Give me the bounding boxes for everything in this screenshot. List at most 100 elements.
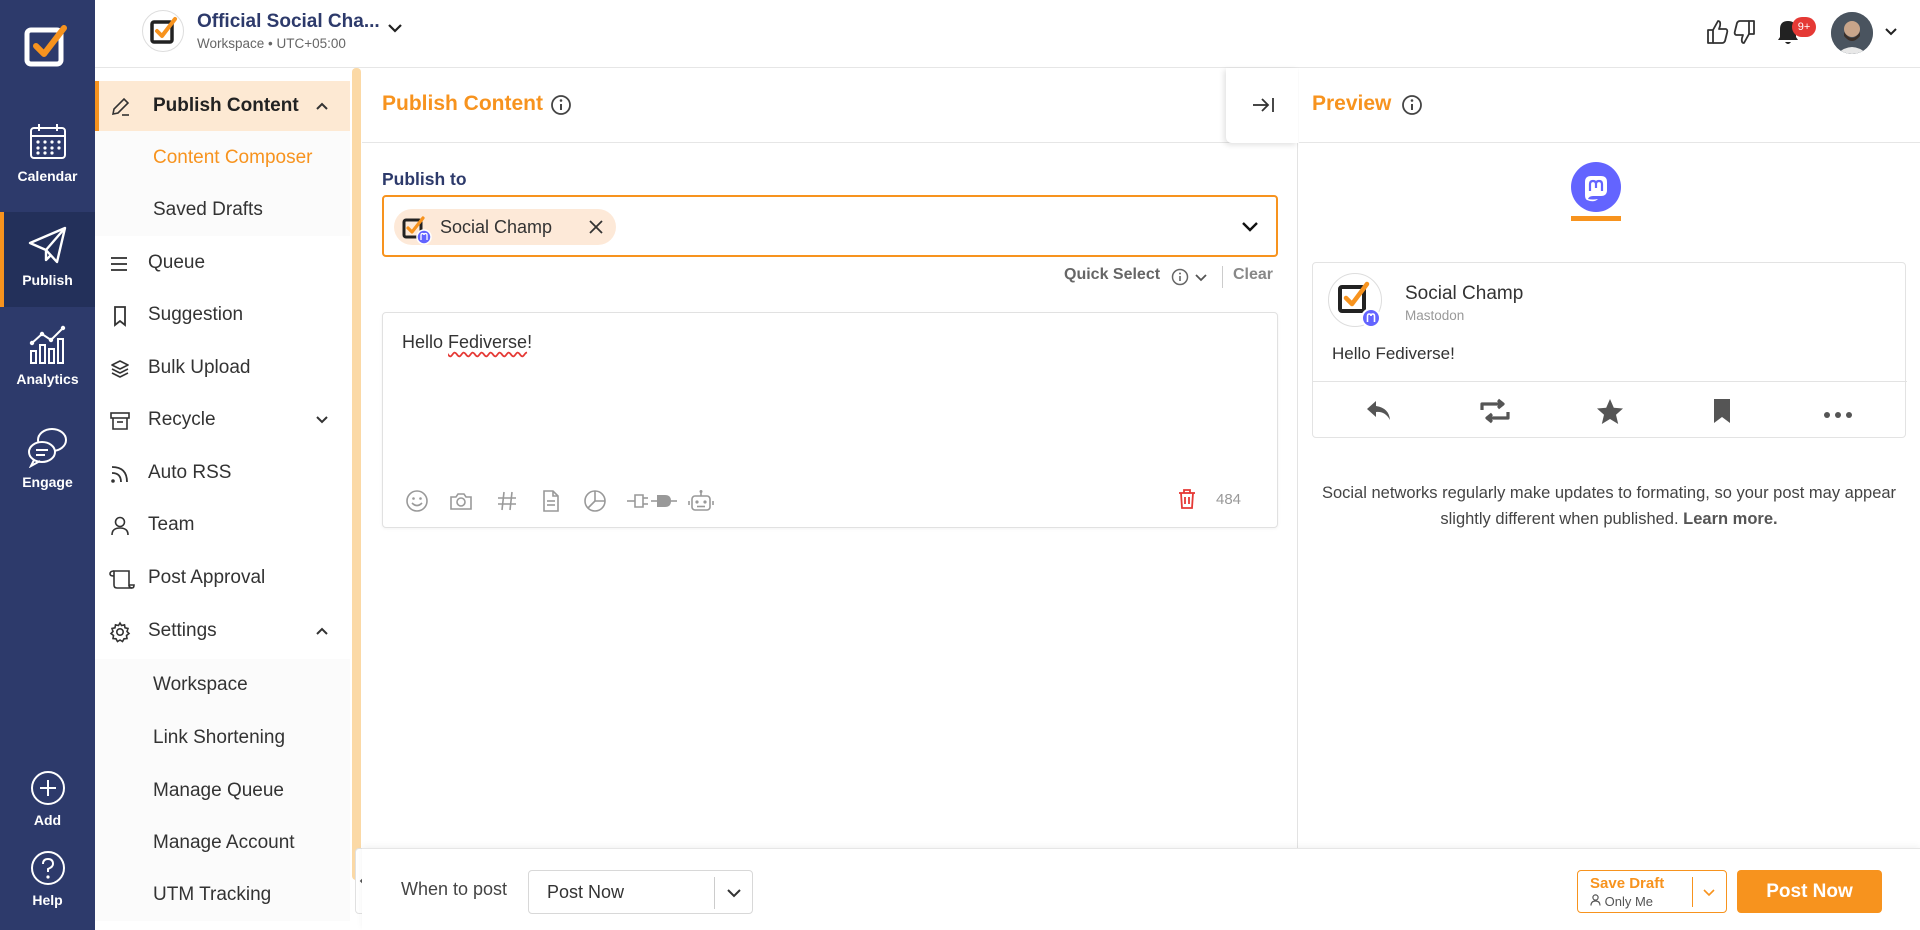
robot-icon[interactable] <box>687 489 715 518</box>
rail-item-label: Publish <box>22 272 73 288</box>
boost-icon <box>1478 398 1512 429</box>
sidebar-item-workspace[interactable]: Workspace <box>95 659 350 711</box>
sidebar-item-manage-account[interactable]: Manage Account <box>95 817 350 869</box>
calendar-icon <box>29 124 66 159</box>
sidebar-item-saved-drafts[interactable]: Saved Drafts <box>95 184 350 236</box>
sidebar-item-publish-content[interactable]: Publish Content <box>95 81 350 131</box>
chevron-down-icon <box>316 416 328 424</box>
rail-item-publish[interactable]: Publish <box>0 212 95 307</box>
sidebar-item-label: Suggestion <box>148 304 244 325</box>
save-draft-label: Save Draft <box>1590 875 1665 892</box>
rail-item-label: Add <box>33 812 62 828</box>
learn-more-link[interactable]: Learn more. <box>1683 510 1777 528</box>
archive-icon <box>110 412 130 430</box>
feedback-thumbs-icon[interactable] <box>1705 18 1757 51</box>
sidebar-item-label: Content Composer <box>153 146 313 168</box>
sidebar-item-label: Team <box>148 514 195 535</box>
app-logo-icon[interactable] <box>24 24 70 70</box>
sidebar-item-team[interactable]: Team <box>95 500 350 550</box>
info-icon[interactable] <box>1171 268 1189 291</box>
pie-chart-icon[interactable] <box>583 489 607 518</box>
info-icon[interactable] <box>1401 94 1423 121</box>
rail-item-engage[interactable]: Engage <box>0 426 95 490</box>
sidebar-item-utm-tracking[interactable]: UTM Tracking <box>95 869 350 921</box>
sidebar-item-link-shortening[interactable]: Link Shortening <box>95 711 350 764</box>
analytics-icon <box>29 325 65 364</box>
chevron-down-icon[interactable] <box>385 18 405 43</box>
rss-icon <box>111 466 128 483</box>
hashtag-icon[interactable] <box>495 489 519 518</box>
sidebar-item-label: Link Shortening <box>153 726 286 748</box>
document-icon[interactable] <box>539 489 563 518</box>
mastodon-tab-icon[interactable] <box>1571 162 1621 212</box>
rail-item-label: Engage <box>22 474 73 490</box>
sidebar-item-label: Recycle <box>148 409 216 430</box>
divider <box>714 877 715 909</box>
trash-icon[interactable] <box>1177 488 1197 515</box>
preview-title: Preview <box>1312 92 1392 115</box>
rail-item-calendar[interactable]: Calendar <box>0 122 95 184</box>
preview-actions <box>1313 381 1907 439</box>
reply-icon <box>1365 398 1393 429</box>
preview-header: Preview <box>1299 68 1920 143</box>
post-now-button[interactable]: Post Now <box>1737 870 1882 913</box>
sidebar-item-manage-queue[interactable]: Manage Queue <box>95 764 350 817</box>
sidebar-item-label: Manage Account <box>153 832 295 853</box>
user-avatar[interactable] <box>1831 12 1873 54</box>
save-draft-visibility-label: Only Me <box>1604 894 1654 909</box>
close-icon[interactable] <box>588 219 604 240</box>
bookmark-icon <box>1712 398 1732 429</box>
sidebar-item-recycle[interactable]: Recycle <box>95 395 350 445</box>
chat-bubbles-icon <box>27 428 67 468</box>
sidebar-item-label: Queue <box>148 252 206 273</box>
chevron-up-icon <box>316 627 328 635</box>
sidebar-item-post-approval[interactable]: Post Approval <box>95 553 350 603</box>
sidebar-item-settings[interactable]: Settings <box>95 606 350 656</box>
chevron-down-icon[interactable] <box>1883 24 1899 45</box>
camera-icon[interactable] <box>449 489 473 518</box>
sidebar-item-auto-rss[interactable]: Auto RSS <box>95 448 350 498</box>
pencil-icon <box>111 97 130 116</box>
info-icon[interactable] <box>550 94 572 121</box>
sidebar-item-suggestion[interactable]: Suggestion <box>95 290 350 340</box>
sidebar-item-label: Publish Content <box>153 95 299 116</box>
sidebar-item-content-composer[interactable]: Content Composer <box>95 131 350 184</box>
sidebar-item-bulk-upload[interactable]: Bulk Upload <box>95 343 350 393</box>
preview-post-body: Hello Fediverse! <box>1332 344 1455 363</box>
account-chip[interactable]: Social Champ <box>394 209 616 245</box>
chevron-down-icon[interactable] <box>1240 219 1260 240</box>
sidebar-item-queue[interactable]: Queue <box>95 238 350 288</box>
publish-to-label: Publish to <box>382 169 467 189</box>
composer-panel: Publish Content Publish to Social Champ <box>362 68 1298 848</box>
rail-item-analytics[interactable]: Analytics <box>0 325 95 387</box>
workspace-avatar[interactable] <box>142 10 184 52</box>
workspace-name[interactable]: Official Social Cha... <box>197 11 380 33</box>
preview-account-name: Social Champ <box>1405 283 1524 304</box>
plugin-icon[interactable] <box>625 489 679 518</box>
quick-select-dropdown[interactable]: Quick Select <box>1064 266 1160 284</box>
workspace-logo-icon <box>150 17 177 44</box>
chevron-down-icon[interactable] <box>1194 271 1208 289</box>
chevron-down-icon[interactable] <box>1702 886 1716 904</box>
rail-item-label: Help <box>32 892 63 908</box>
plus-circle-icon <box>30 771 65 805</box>
publish-to-select[interactable]: Social Champ <box>382 195 1278 257</box>
bottom-bar: When to post Post Now Save Draft Only Me… <box>362 848 1920 930</box>
clear-button[interactable]: Clear <box>1233 266 1273 284</box>
rail-item-add[interactable]: Add <box>0 770 95 828</box>
save-draft-button[interactable]: Save Draft Only Me <box>1577 870 1727 913</box>
expand-preview-button[interactable] <box>1226 68 1298 143</box>
post-text-part: ! <box>527 332 533 352</box>
preview-network-name: Mastodon <box>1405 308 1465 323</box>
emoji-icon[interactable] <box>405 489 429 518</box>
sidebar-scrollbar[interactable] <box>352 68 361 880</box>
save-draft-visibility: Only Me <box>1590 894 1653 909</box>
account-chip-label: Social Champ <box>440 217 553 237</box>
post-editor[interactable]: Hello Fediverse! 484 <box>382 312 1278 528</box>
rail-item-help[interactable]: Help <box>0 850 95 908</box>
when-to-post-select[interactable]: Post Now <box>528 870 753 914</box>
post-text[interactable]: Hello Fediverse! <box>402 332 532 353</box>
sidebar-item-label: Workspace <box>153 674 248 695</box>
chevron-up-icon <box>316 102 328 110</box>
chevron-down-icon <box>725 885 743 906</box>
